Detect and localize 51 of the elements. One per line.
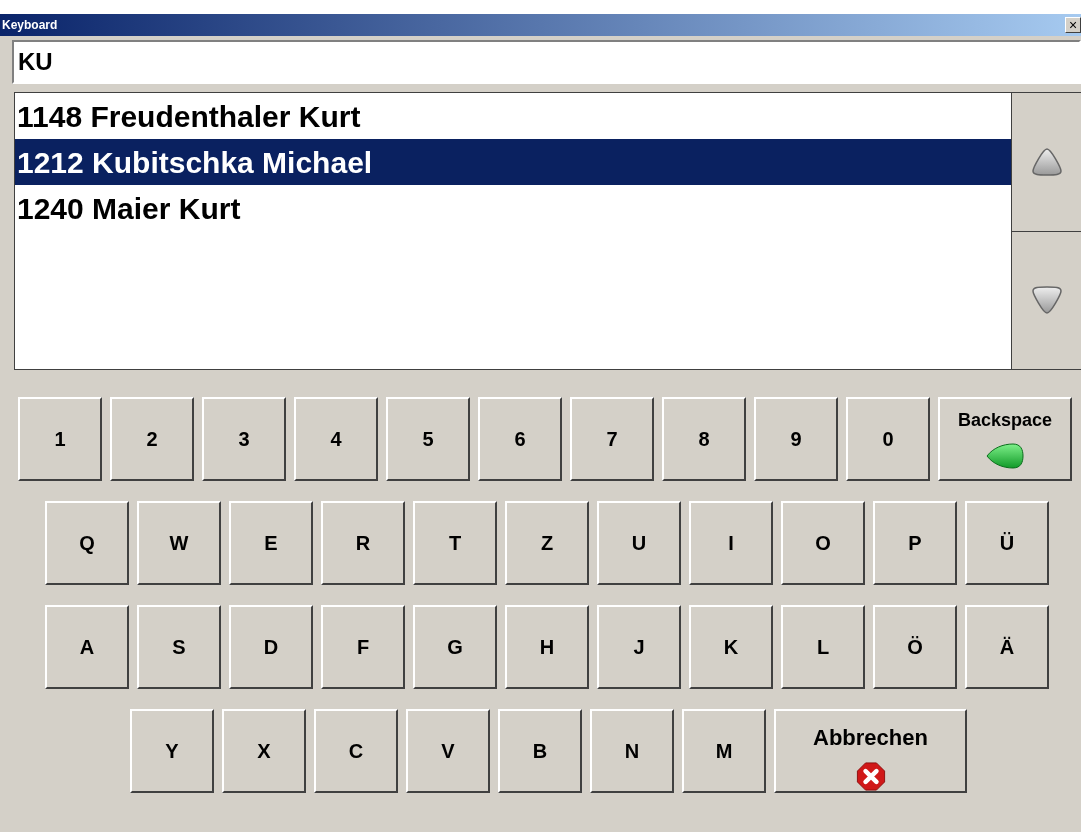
key[interactable]: 0 bbox=[846, 397, 930, 481]
key[interactable]: W bbox=[137, 501, 221, 585]
down-arrow-icon bbox=[1030, 284, 1063, 317]
list-item[interactable]: 1240 Maier Kurt bbox=[15, 185, 1011, 231]
key[interactable]: D bbox=[229, 605, 313, 689]
key[interactable]: 4 bbox=[294, 397, 378, 481]
key[interactable]: Ä bbox=[965, 605, 1049, 689]
cancel-icon bbox=[854, 762, 887, 791]
key[interactable]: B bbox=[498, 709, 582, 793]
key[interactable]: H bbox=[505, 605, 589, 689]
key[interactable]: K bbox=[689, 605, 773, 689]
key[interactable]: O bbox=[781, 501, 865, 585]
key[interactable]: V bbox=[406, 709, 490, 793]
list-item[interactable]: 1148 Freudenthaler Kurt bbox=[15, 93, 1011, 139]
key[interactable]: 7 bbox=[570, 397, 654, 481]
cancel-button[interactable]: Abbrechen bbox=[774, 709, 967, 793]
backspace-key[interactable]: Backspace bbox=[938, 397, 1072, 481]
key[interactable]: 9 bbox=[754, 397, 838, 481]
key[interactable]: 1 bbox=[18, 397, 102, 481]
key[interactable]: E bbox=[229, 501, 313, 585]
key[interactable]: R bbox=[321, 501, 405, 585]
key[interactable]: P bbox=[873, 501, 957, 585]
key[interactable]: S bbox=[137, 605, 221, 689]
key[interactable]: N bbox=[590, 709, 674, 793]
key[interactable]: Q bbox=[45, 501, 129, 585]
key[interactable]: J bbox=[597, 605, 681, 689]
key[interactable]: 6 bbox=[478, 397, 562, 481]
key[interactable]: 2 bbox=[110, 397, 194, 481]
key[interactable]: Ö bbox=[873, 605, 957, 689]
key[interactable]: 3 bbox=[202, 397, 286, 481]
key[interactable]: L bbox=[781, 605, 865, 689]
key[interactable]: Z bbox=[505, 501, 589, 585]
key[interactable]: A bbox=[45, 605, 129, 689]
key[interactable]: M bbox=[682, 709, 766, 793]
key[interactable]: 8 bbox=[662, 397, 746, 481]
key[interactable]: X bbox=[222, 709, 306, 793]
key[interactable]: T bbox=[413, 501, 497, 585]
arrow-left-icon bbox=[985, 442, 1025, 470]
key[interactable]: F bbox=[321, 605, 405, 689]
list-item[interactable]: 1212 Kubitschka Michael bbox=[15, 139, 1011, 185]
key[interactable]: C bbox=[314, 709, 398, 793]
key[interactable]: 5 bbox=[386, 397, 470, 481]
key[interactable]: U bbox=[597, 501, 681, 585]
search-field[interactable]: KU bbox=[12, 40, 1081, 84]
key[interactable]: G bbox=[413, 605, 497, 689]
key[interactable]: Y bbox=[130, 709, 214, 793]
close-button[interactable]: × bbox=[1065, 17, 1081, 33]
key[interactable]: Ü bbox=[965, 501, 1049, 585]
up-arrow-icon bbox=[1030, 145, 1063, 178]
window-title: Keyboard bbox=[2, 17, 58, 34]
key[interactable]: I bbox=[689, 501, 773, 585]
